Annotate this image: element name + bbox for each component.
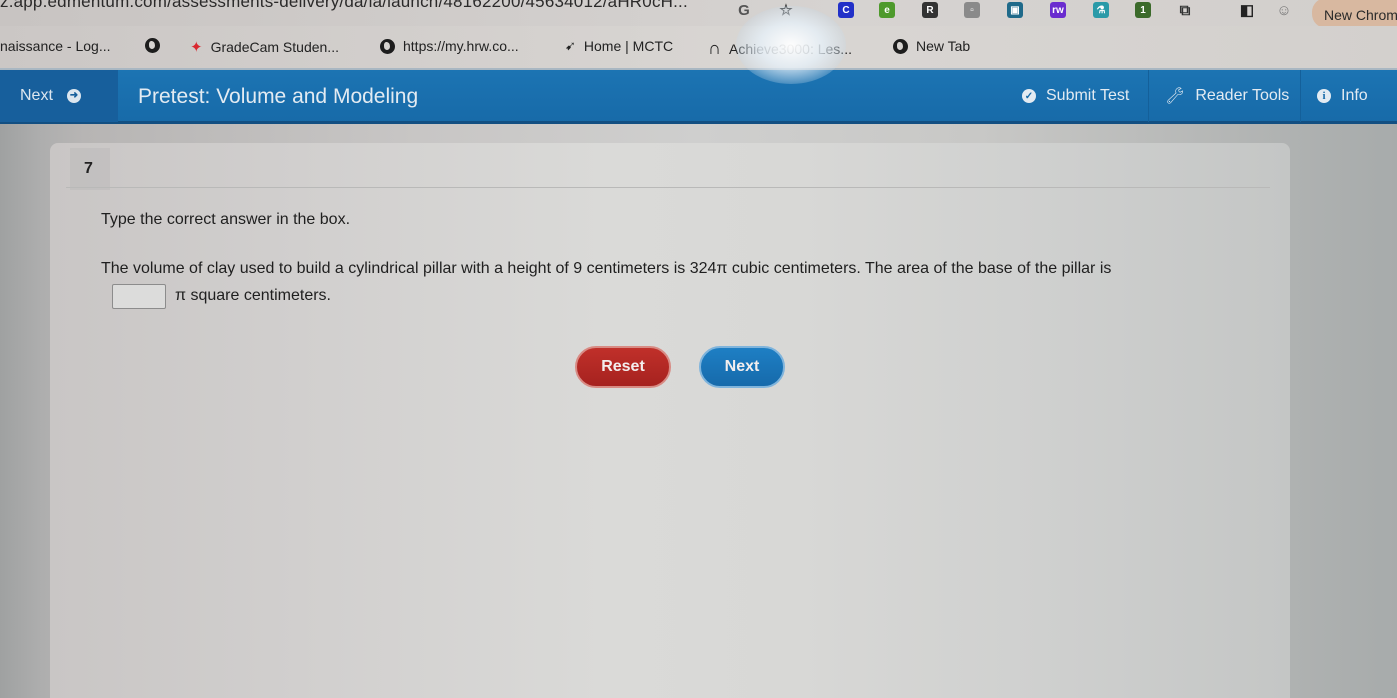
bookmark-mctc[interactable]: ➹ Home | MCTC xyxy=(565,38,673,54)
bookmark-label: GradeCam Studen... xyxy=(210,39,339,55)
extension-game-icon[interactable]: ▣ xyxy=(1007,2,1023,18)
side-panel-icon[interactable]: ◧ xyxy=(1239,2,1255,19)
question-number: 7 xyxy=(84,160,93,177)
info-icon: i xyxy=(1317,89,1331,103)
reader-tools-button[interactable]: 🔧︎ Reader Tools xyxy=(1148,70,1305,122)
address-bar[interactable]: z.app.edmentum.com/assessments-delivery/… xyxy=(0,0,688,12)
globe-icon xyxy=(380,38,395,54)
info-label: Info xyxy=(1341,87,1368,104)
extension-r-icon[interactable]: R xyxy=(922,2,938,18)
header-next-button[interactable]: Next ➜ xyxy=(0,70,118,122)
page-title: Pretest: Volume and Modeling xyxy=(138,85,419,108)
extension-flask-icon[interactable]: ⚗ xyxy=(1093,2,1109,18)
submit-test-button[interactable]: ✓ Submit Test xyxy=(1006,70,1145,122)
answer-input[interactable] xyxy=(112,284,166,309)
header-next-label: Next xyxy=(20,87,53,104)
extension-doc-icon[interactable]: ▫ xyxy=(964,2,980,18)
bookmark-label: New Tab xyxy=(916,38,971,54)
bookmark-renaissance[interactable]: naissance - Log... xyxy=(0,38,111,54)
gradecam-icon: ✦ xyxy=(190,39,203,56)
globe-icon xyxy=(145,38,160,53)
divider xyxy=(66,187,1270,188)
next-button[interactable]: Next xyxy=(699,346,785,388)
question-instruction: Type the correct answer in the box. xyxy=(101,211,351,228)
info-button[interactable]: i Info xyxy=(1300,70,1384,122)
globe-icon xyxy=(893,38,908,54)
mctc-icon: ➹ xyxy=(565,38,576,53)
bookmark-label: Home | MCTC xyxy=(583,38,674,54)
check-circle-icon: ✓ xyxy=(1022,89,1036,103)
reader-tools-label: Reader Tools xyxy=(1195,87,1290,104)
reset-button[interactable]: Reset xyxy=(575,346,671,388)
bookmark-label: naissance - Log... xyxy=(0,38,111,54)
extension-badge-icon[interactable]: 1 xyxy=(1135,2,1151,18)
extension-rw-icon[interactable]: rw xyxy=(1050,2,1066,18)
extensions-puzzle-icon[interactable]: ⧉ xyxy=(1177,2,1193,19)
assessment-header: Next ➜ Pretest: Volume and Modeling ✓ Su… xyxy=(0,68,1397,124)
submit-test-label: Submit Test xyxy=(1046,87,1130,104)
bookmark-star-icon[interactable]: ☆ xyxy=(778,2,794,19)
browser-toolbar: z.app.edmentum.com/assessments-delivery/… xyxy=(0,0,1397,26)
bookmark-label: https://my.hrw.co... xyxy=(403,38,519,54)
arrow-right-circle-icon: ➜ xyxy=(66,89,81,103)
answer-unit-text: π square centimeters. xyxy=(175,287,331,304)
bookmark-new-tab[interactable]: New Tab xyxy=(893,38,970,54)
extension-green-icon[interactable]: e xyxy=(879,2,895,18)
bookmark-label: Achieve3000: Les... xyxy=(729,40,852,57)
bookmark-globe[interactable] xyxy=(145,38,160,53)
extension-c-icon[interactable]: C xyxy=(838,2,854,18)
question-text: The volume of clay used to build a cylin… xyxy=(101,260,1112,277)
bookmarks-bar: naissance - Log... ✦ GradeCam Studen... … xyxy=(0,26,1397,68)
bookmark-achieve3000[interactable]: ∩ Achieve3000: Les... xyxy=(708,38,852,59)
bookmark-hrw[interactable]: https://my.hrw.co... xyxy=(380,38,519,54)
profile-avatar-icon[interactable]: ☺ xyxy=(1276,2,1292,19)
wrench-icon: 🔧︎ xyxy=(1165,88,1186,105)
new-chrome-button[interactable]: New Chrome xyxy=(1312,0,1397,26)
bookmark-gradecam[interactable]: ✦ GradeCam Studen... xyxy=(190,38,339,56)
translate-icon[interactable]: G xyxy=(736,2,752,19)
achieve-icon: ∩ xyxy=(708,38,721,58)
